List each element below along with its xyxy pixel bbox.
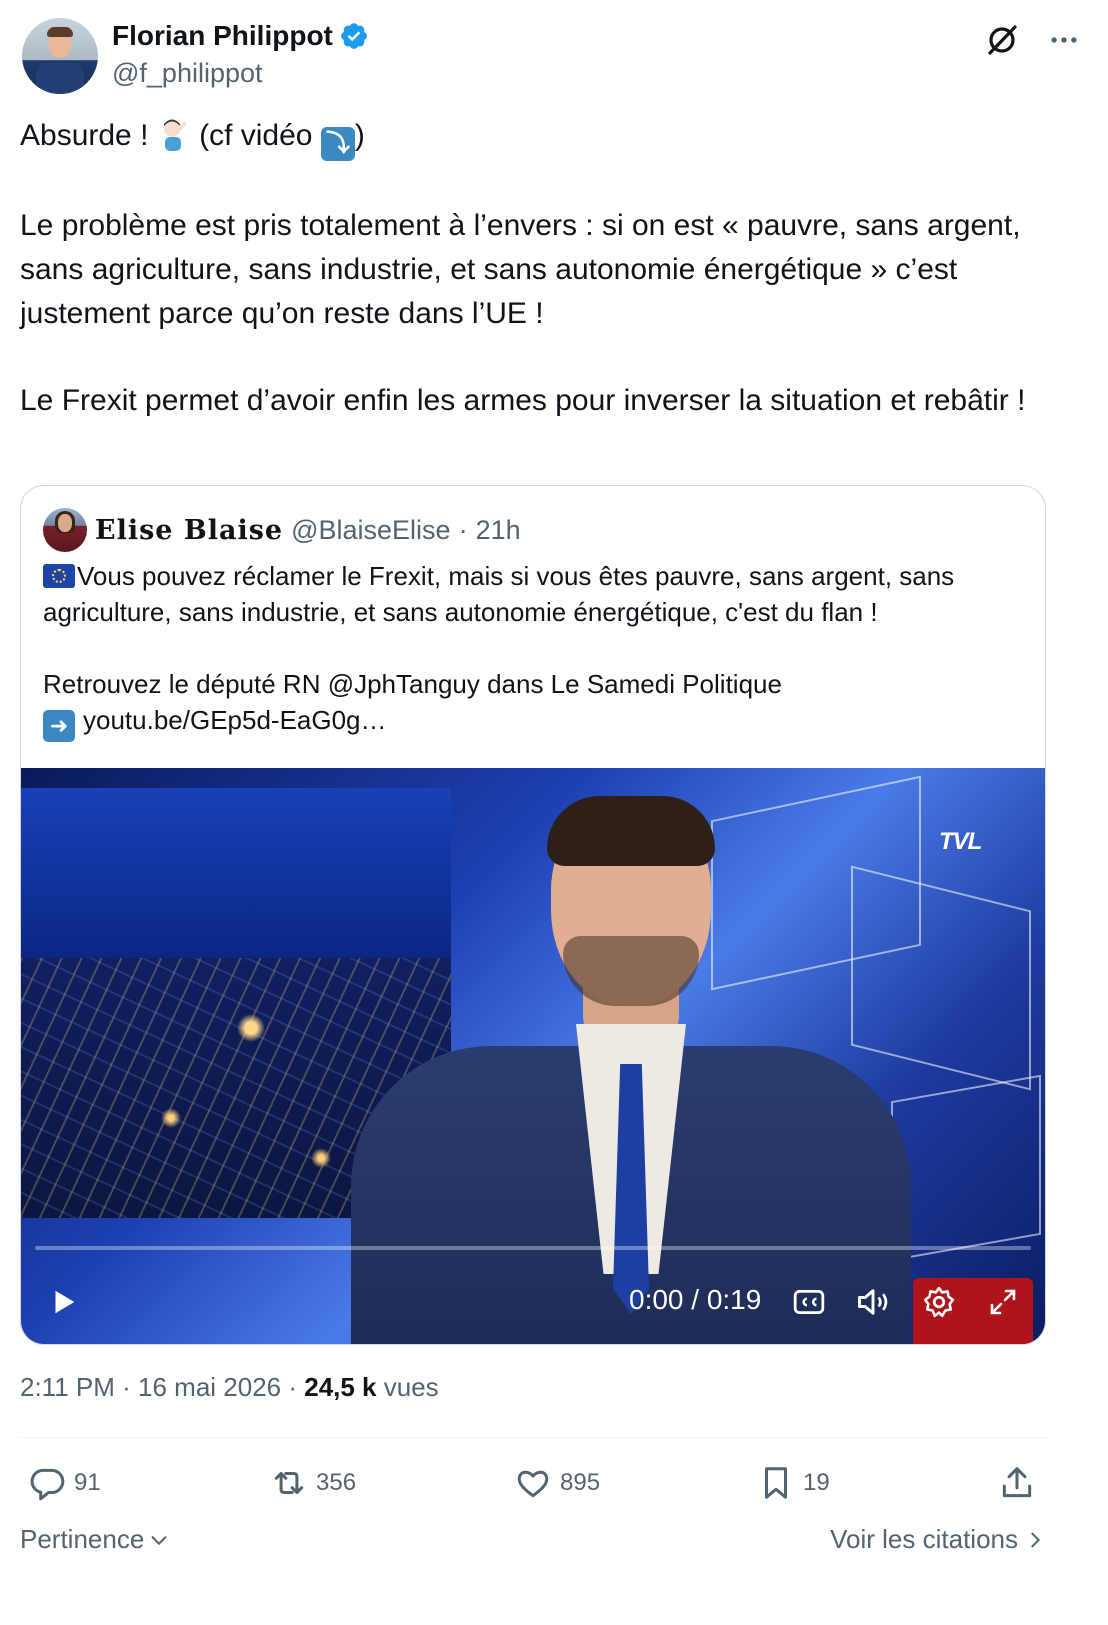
tweet-time[interactable]: 2:11 PM [20, 1372, 115, 1402]
quoted-paragraph-1-text: Vous pouvez réclamer le Frexit, mais si … [43, 561, 962, 627]
arrow-right-emoji-icon: ➜ [43, 710, 75, 742]
video-progress-bar[interactable] [35, 1246, 1031, 1250]
sort-label: Pertinence [20, 1524, 145, 1554]
header-actions [980, 18, 1086, 62]
like-button[interactable]: 895 [514, 1460, 600, 1506]
arrow-down-emoji-icon: ⤵ [320, 127, 355, 161]
eu-flag-icon [43, 564, 75, 588]
tweet-text-segment: Absurde ! [20, 119, 157, 152]
bookmark-icon [764, 1467, 788, 1499]
reply-icon [30, 1468, 65, 1501]
chevron-right-icon [1031, 1532, 1041, 1547]
separator-dot: · [458, 514, 468, 545]
repost-icon [274, 1471, 304, 1495]
quoted-tweet-header: Elise Blaise @BlaiseElise · 21h [43, 508, 521, 552]
tweet-text-segment: (cf vidéo [190, 119, 321, 152]
tweet-paragraph-3: Le Frexit permet d’avoir enfin les armes… [20, 384, 1026, 417]
bookmark-button[interactable]: 19 [757, 1460, 830, 1506]
quoted-tweet[interactable]: Elise Blaise @BlaiseElise · 21h Vous pou… [20, 485, 1046, 1345]
video-controls: 0:00 / 0:19 [21, 1268, 1045, 1338]
view-quotes-link[interactable]: Voir les citations [830, 1524, 1046, 1555]
like-count: 895 [560, 1469, 601, 1496]
captions-icon[interactable] [789, 1282, 829, 1322]
more-icon[interactable] [1042, 18, 1086, 62]
quoted-paragraph-1: Vous pouvez réclamer le Frexit, mais si … [43, 558, 1033, 630]
tweet-meta: 2:11 PM · 16 mai 2026 · 24,5 k vues [20, 1372, 439, 1403]
quoted-paragraph-2: Retrouvez le député RN @JphTanguy dans L… [43, 669, 782, 699]
quoted-timestamp[interactable]: 21h [476, 515, 521, 546]
tweet-header: Florian Philippot @f_philippot [22, 18, 1086, 94]
channel-logo: TVL [939, 828, 982, 855]
sort-dropdown[interactable]: Pertinence [20, 1524, 170, 1555]
volume-icon[interactable] [853, 1282, 893, 1322]
views-count: 24,5 k [304, 1372, 377, 1402]
quoted-link[interactable]: youtu.be/GEp5d-EaG0g… [83, 705, 387, 735]
tweet-paragraph-2: Le problème est pris totalement à l’enve… [20, 209, 1029, 330]
bookmark-count: 19 [803, 1469, 830, 1496]
author-name-row: Florian Philippot [112, 20, 369, 52]
chevron-down-icon [151, 1535, 167, 1545]
author-handle[interactable]: @f_philippot [112, 58, 263, 89]
separator-dot: · [281, 1372, 305, 1402]
view-quotes-label: Voir les citations [830, 1524, 1018, 1554]
repost-button[interactable]: 356 [270, 1460, 356, 1506]
views-label: vues [383, 1372, 439, 1402]
quoted-author-name[interactable]: Elise Blaise [95, 515, 283, 546]
settings-icon[interactable] [919, 1282, 959, 1322]
facepalm-emoji-icon [157, 117, 191, 151]
author-avatar[interactable] [22, 18, 98, 94]
grok-icon[interactable] [980, 18, 1024, 62]
play-icon[interactable] [43, 1282, 83, 1322]
share-icon [1002, 1467, 1032, 1498]
reply-button[interactable]: 91 [28, 1460, 101, 1506]
tweet-line-1: Absurde ! (cf vidéo ⤵) [20, 114, 1080, 161]
quoted-author-avatar[interactable] [43, 508, 87, 552]
repost-count: 356 [316, 1469, 357, 1496]
video-player[interactable]: TVL 0:00 / 0:19 [21, 768, 1045, 1344]
share-button[interactable] [998, 1460, 1036, 1506]
reply-count: 91 [74, 1469, 101, 1496]
divider [20, 1437, 1046, 1438]
tweet-actions: 91 356 895 19 [20, 1460, 1046, 1510]
quoted-link-line: ➜ youtu.be/GEp5d-EaG0g… [43, 702, 1033, 742]
video-speaker [351, 796, 911, 1344]
fullscreen-icon[interactable] [983, 1282, 1023, 1322]
author-name[interactable]: Florian Philippot [112, 20, 333, 52]
tweet-text-segment: ) [354, 119, 365, 152]
replies-toolbar: Pertinence Voir les citations [20, 1520, 1046, 1560]
verified-badge-icon [339, 21, 369, 51]
tweet-text: Absurde ! (cf vidéo ⤵) Le problème est p… [20, 114, 1080, 466]
quoted-tweet-text: Vous pouvez réclamer le Frexit, mais si … [43, 558, 1033, 742]
tweet-date[interactable]: 16 mai 2026 [138, 1372, 281, 1402]
quoted-author-handle[interactable]: @BlaiseElise [291, 515, 450, 546]
separator-dot: · [114, 1372, 139, 1402]
like-icon [517, 1470, 549, 1498]
video-decor [891, 1074, 1041, 1262]
video-time: 0:00 / 0:19 [629, 1284, 762, 1315]
